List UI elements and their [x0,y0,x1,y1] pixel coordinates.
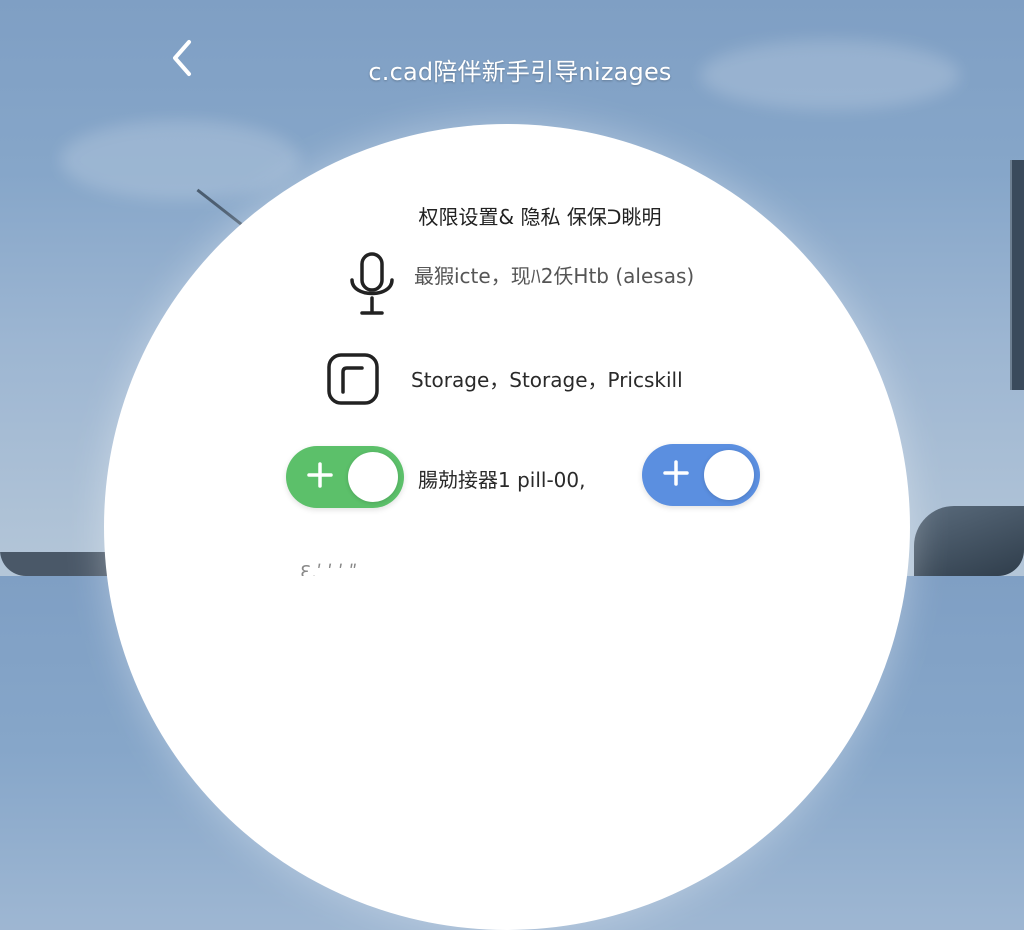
cloud [60,120,300,200]
microphone-permission-text: 最猳icte，现ﾊ2仸Htb (alesas) [414,264,695,288]
toggle-label: 腸勀接器1 pill-00, [418,468,586,492]
blue-toggle[interactable] [642,444,760,506]
storage-icon [326,352,380,406]
car-background [914,506,1024,576]
plus-icon [663,460,689,486]
page-title: c.cad陪伴新手引导nizages [368,58,672,86]
microphone-icon [344,252,400,318]
storage-permission-text: Storage，Storage，Pricskill [411,368,683,392]
permission-card [104,124,910,930]
building-background [1010,160,1024,390]
cut-off-text: Ɛ,ʹ ʹ ʹ ʺ [300,562,358,576]
plus-icon [307,462,333,488]
chevron-left-icon [173,40,191,76]
back-button[interactable] [160,36,204,80]
toggle-knob [704,450,754,500]
card-title: 权限设置& 隐私 保保ᑐ眺明 [418,205,662,229]
toggle-knob [348,452,398,502]
green-toggle[interactable] [286,446,404,508]
